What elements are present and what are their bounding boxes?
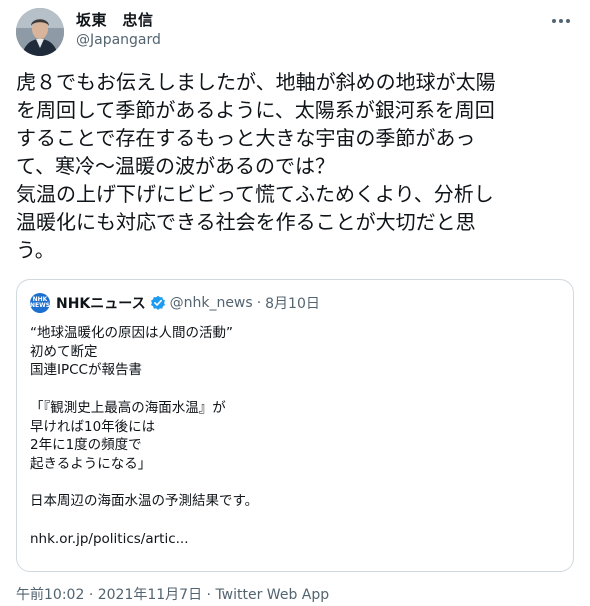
quoted-author-handle[interactable]: @nhk_news	[170, 295, 253, 311]
quoted-tweet[interactable]: NHK NEWS NHKニュース @nhk_news · 8月10日 “地球温暖…	[16, 279, 574, 572]
verified-badge-icon	[150, 295, 166, 311]
tweet-header: 坂東 忠信 @Japangard	[16, 8, 574, 56]
quoted-tweet-text: “地球温暖化の原因は人間の活動” 初めて断定 国連IPCCが報告書 「『観測史上…	[30, 325, 259, 547]
nhk-logo-text-bottom: NEWS	[29, 302, 51, 309]
tweet-time[interactable]: 午前10:02	[16, 587, 84, 603]
meta-separator: ·	[88, 587, 94, 603]
avatar[interactable]	[16, 8, 64, 56]
tweet-source[interactable]: Twitter Web App	[215, 587, 329, 603]
tweet-meta: 午前10:02 · 2021年11月7日 · Twitter Web App	[16, 584, 329, 604]
quoted-author-name[interactable]: NHKニュース	[56, 293, 146, 313]
avatar-photo	[16, 8, 64, 56]
author-block: 坂東 忠信 @Japangard	[76, 10, 161, 50]
quoted-date[interactable]: 8月10日	[265, 293, 320, 313]
tweet-text: 虎８でもお伝えしましたが、地軸が斜めの地球が太陽 を周回して季節があるように、太…	[16, 70, 496, 262]
author-name[interactable]: 坂東 忠信	[76, 10, 161, 30]
tweet-date[interactable]: 2021年11月7日	[98, 587, 202, 603]
quoted-tweet-header: NHK NEWS NHKニュース @nhk_news · 8月10日	[30, 292, 320, 314]
meta-separator: ·	[206, 587, 211, 603]
dot-separator: ·	[256, 295, 262, 311]
nhk-logo-icon[interactable]: NHK NEWS	[30, 293, 50, 313]
author-handle[interactable]: @Japangard	[76, 30, 161, 50]
more-horizontal-icon[interactable]	[548, 10, 574, 32]
